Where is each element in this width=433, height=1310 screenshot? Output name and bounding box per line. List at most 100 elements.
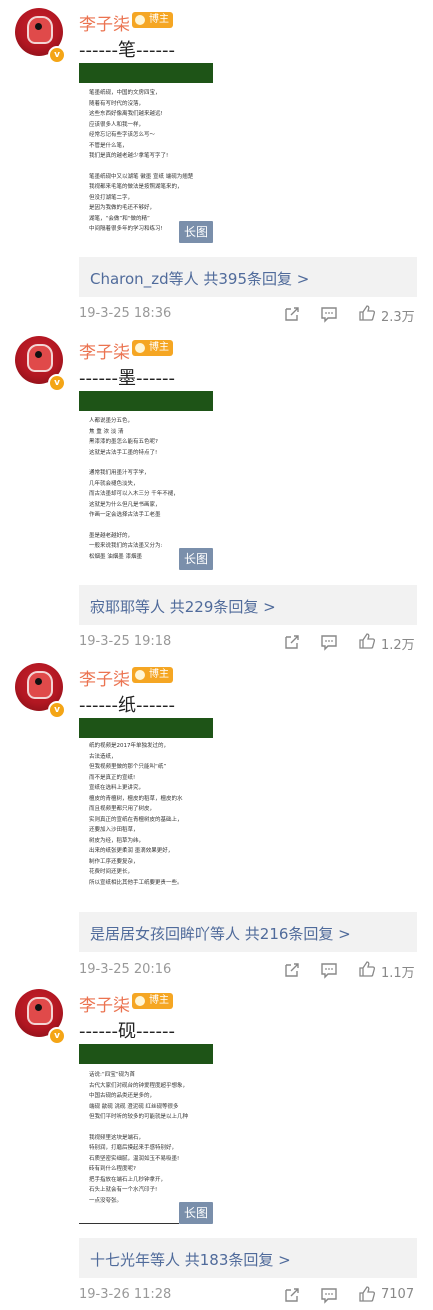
comment-heading: ------笔------ bbox=[79, 40, 175, 61]
article-line: 实则真正的宣纸在青檀树皮的基础上， bbox=[89, 816, 183, 823]
comment-icon[interactable] bbox=[320, 633, 338, 651]
like-count[interactable]: 2.3万 bbox=[381, 306, 415, 325]
replies-link[interactable]: 十七光年等人 共183条回复 > bbox=[90, 1249, 291, 1270]
blogger-badge: 博主 bbox=[132, 667, 173, 683]
green-banner bbox=[79, 718, 213, 738]
underline bbox=[79, 1222, 179, 1224]
like-count[interactable]: 1.1万 bbox=[381, 962, 415, 981]
avatar-detail bbox=[35, 23, 42, 30]
article-line: 制作工序还要复杂， bbox=[89, 858, 139, 865]
blogger-badge: 博主 bbox=[132, 993, 173, 1009]
article-line: 经常忘记有些字该怎么写～ bbox=[89, 132, 156, 138]
article-image[interactable]: 纸的视频是2017年单独发过的， 古法造纸， 但我视频里做的那个只能叫“纸” 而不是真… bbox=[79, 741, 213, 901]
username[interactable]: 李子柒 bbox=[79, 665, 130, 690]
avatar-figure bbox=[27, 997, 53, 1025]
article-line: 古代大家们对砚台的钟爱程度超乎想象， bbox=[89, 1082, 189, 1089]
username[interactable]: 李子柒 bbox=[79, 338, 130, 363]
article-line: 把手指放在端石上几秒钟拿开， bbox=[89, 1176, 167, 1183]
article-line: 宣纸在选料上更讲究， bbox=[89, 785, 145, 791]
share-icon[interactable] bbox=[283, 961, 301, 979]
article-line: 通常我们用墨汁写字学， bbox=[89, 470, 150, 476]
comment-icon[interactable] bbox=[320, 961, 338, 979]
article-line: 纸的视频是2017年单独发过的， bbox=[89, 743, 169, 749]
article-line: 但没打湖笔二字， bbox=[89, 194, 134, 201]
article-line: 我们是真的越老越少拿笔写字了! bbox=[89, 153, 169, 159]
article-line: 树皮为经，稻草为纬， bbox=[89, 837, 145, 844]
article-line: 黑漆漆的墨怎么能有五色呢? bbox=[89, 439, 158, 445]
username[interactable]: 李子柒 bbox=[79, 991, 130, 1016]
article-line: 中国古砚的品类还是多的， bbox=[89, 1093, 156, 1099]
verified-badge-icon: v bbox=[48, 701, 66, 719]
article-line: 砖有到什么程度呢? bbox=[89, 1166, 136, 1172]
article-line: 随着有写时代的沒落， bbox=[89, 100, 145, 107]
article-line: 应该很多人和我一样， bbox=[89, 121, 145, 128]
green-banner bbox=[79, 63, 213, 83]
thumbs-up-icon[interactable] bbox=[358, 1285, 376, 1303]
thumbs-up-icon[interactable] bbox=[358, 304, 376, 322]
blogger-badge: 博主 bbox=[132, 12, 173, 28]
article-line: 这就是古法手工墨的特点了! bbox=[89, 449, 158, 456]
article-line: 特别润，打磨后摸起来手感特别好， bbox=[89, 1145, 178, 1151]
article-line: 檀皮的青檀树，檀皮的稻草，檀皮的水 bbox=[89, 795, 183, 802]
article-line: 花费时间还更长， bbox=[89, 869, 134, 875]
article-line: 但我们平时听的较多的可能就是以上几种 bbox=[89, 1114, 189, 1120]
verified-badge-icon: v bbox=[48, 46, 66, 64]
article-line: 石头上就会有一个水汽印子! bbox=[89, 1187, 158, 1193]
comment-icon[interactable] bbox=[320, 1286, 338, 1304]
replies-box[interactable]: 十七光年等人 共183条回复 > bbox=[79, 1238, 417, 1278]
article-line: 出来的纸张更柔润 墨滴效果更好， bbox=[89, 848, 174, 854]
verified-badge-icon: v bbox=[48, 374, 66, 392]
avatar-detail bbox=[35, 1004, 42, 1011]
article-line: 不管是什么笔， bbox=[89, 142, 128, 149]
comment-heading: ------纸------ bbox=[79, 695, 175, 716]
article-line: 而不是真正的宣纸! bbox=[89, 774, 136, 781]
verified-badge-icon: v bbox=[48, 1027, 66, 1045]
article-line: 所以宣纸相比其他手工纸要更贵一些。 bbox=[89, 879, 183, 886]
article-line: 这就是为什么但凡是书画家， bbox=[89, 501, 161, 508]
long-image-badge[interactable]: 长图 bbox=[179, 221, 213, 243]
replies-box[interactable]: Charon_zd等人 共395条回复 > bbox=[79, 257, 417, 297]
article-line: 这些东西好像离我们越来越远! bbox=[89, 111, 163, 117]
avatar-detail bbox=[35, 678, 42, 685]
like-count[interactable]: 7107 bbox=[381, 1287, 414, 1302]
share-icon[interactable] bbox=[283, 1286, 301, 1304]
timestamp: 19-3-25 19:18 bbox=[79, 634, 172, 649]
thumbs-up-icon[interactable] bbox=[358, 632, 376, 650]
blogger-badge: 博主 bbox=[132, 340, 173, 356]
article-line: 作画一定会选择古法手工老墨 bbox=[89, 512, 161, 518]
long-image-badge[interactable]: 长图 bbox=[179, 548, 213, 570]
article-line: 古法造纸， bbox=[89, 753, 117, 760]
article-line: 是因为我做的毛还不够好， bbox=[89, 205, 156, 211]
comment-icon[interactable] bbox=[320, 305, 338, 323]
article-line: 但我视频里做的那个只能叫“纸” bbox=[89, 764, 167, 770]
like-count[interactable]: 1.2万 bbox=[381, 634, 415, 653]
long-image-badge[interactable]: 长图 bbox=[179, 1202, 213, 1224]
timestamp: 19-3-26 11:28 bbox=[79, 1287, 172, 1302]
article-line: 石质坚密实细腻，温润如玉不易吸墨! bbox=[89, 1155, 180, 1162]
article-line: 笔墨纸砚中又以湖笔 徽墨 宣纸 端砚为翘楚 bbox=[89, 173, 194, 180]
article-line: 还要加入沙田稻草， bbox=[89, 827, 139, 833]
article-line: 几年就会褪色淡失， bbox=[89, 480, 139, 487]
green-banner bbox=[79, 391, 213, 411]
replies-link[interactable]: 寂耶耶等人 共229条回复 > bbox=[90, 596, 276, 617]
replies-box[interactable]: 是居居女孩回眸吖等人 共216条回复 > bbox=[79, 912, 417, 952]
replies-link[interactable]: Charon_zd等人 共395条回复 > bbox=[90, 268, 309, 289]
article-line: 我视频里这块是端石， bbox=[89, 1134, 145, 1141]
article-line: 我视都来毛笔的做法是按照湖笔来的， bbox=[89, 184, 183, 190]
replies-link[interactable]: 是居居女孩回眸吖等人 共216条回复 > bbox=[90, 923, 351, 944]
replies-box[interactable]: 寂耶耶等人 共229条回复 > bbox=[79, 585, 417, 625]
avatar-figure bbox=[27, 344, 53, 372]
article-line: 话说:“四宝”砚为首 bbox=[89, 1072, 136, 1078]
share-icon[interactable] bbox=[283, 305, 301, 323]
username[interactable]: 李子柒 bbox=[79, 10, 130, 35]
comment-heading: ------砚------ bbox=[79, 1021, 175, 1042]
share-icon[interactable] bbox=[283, 633, 301, 651]
thumbs-up-icon[interactable] bbox=[358, 960, 376, 978]
article-line: 焦 重 浓 淡 清 bbox=[89, 428, 124, 435]
article-line: 人都说墨分五色， bbox=[89, 418, 134, 424]
article-line: 笔墨纸砚，中国的文房四宝， bbox=[89, 90, 161, 96]
